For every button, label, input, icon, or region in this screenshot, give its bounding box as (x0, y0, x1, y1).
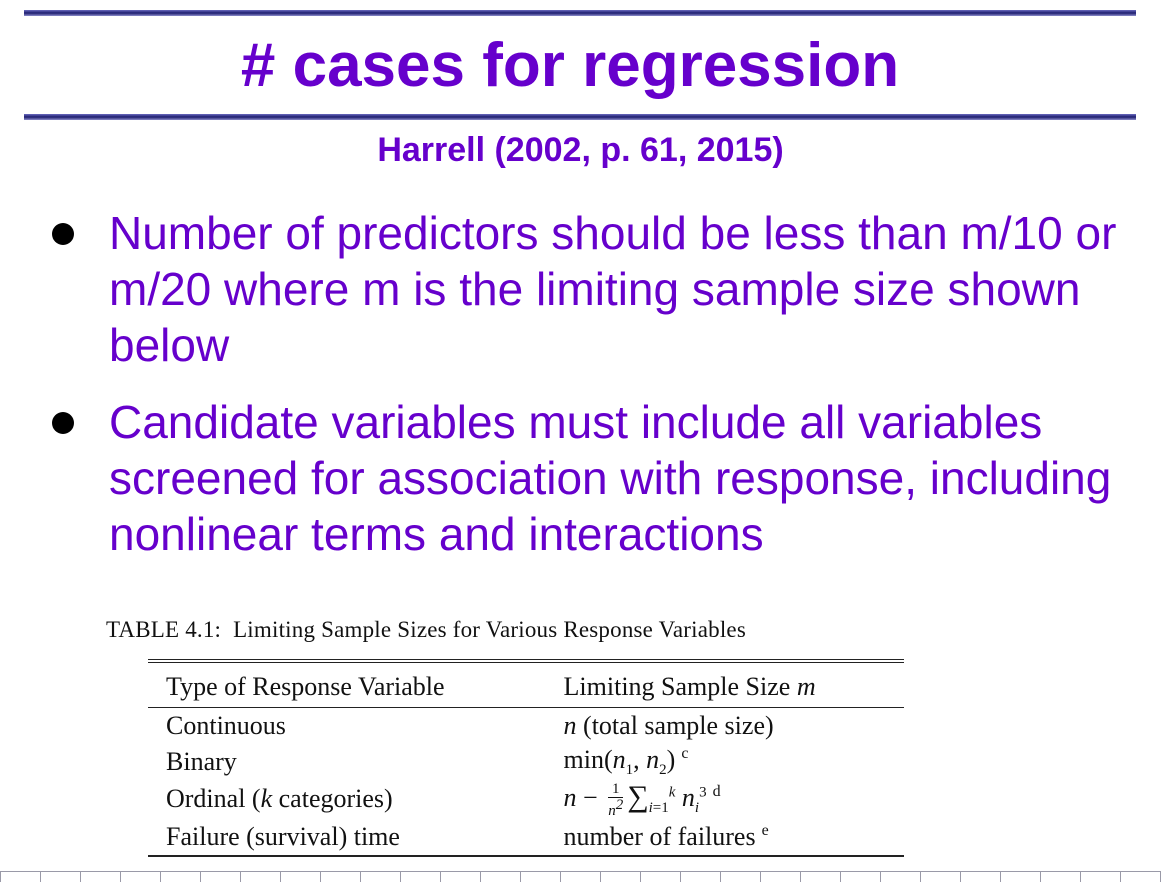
row-limit: number of failures e (540, 819, 904, 856)
table-caption-label: TABLE 4.1: (106, 617, 222, 642)
table-row: Failure (survival) time number of failur… (148, 819, 904, 856)
header-limiting-size-text: Limiting Sample Size (563, 672, 791, 701)
row-limit-text: min( (563, 744, 613, 774)
row-type-prefix: Ordinal ( (166, 784, 261, 814)
title-rule-top (24, 10, 1136, 16)
title-rule-bottom (24, 114, 1136, 120)
slide-title: # cases for regression (240, 31, 900, 100)
bullet-dot-icon (52, 223, 74, 245)
row-type: Binary (166, 747, 237, 776)
header-var-m: m (796, 672, 816, 701)
table-header-row: Type of Response Variable Limiting Sampl… (148, 661, 904, 708)
row-limit-formula: min(n1, n2) c (563, 744, 689, 779)
header-limiting-size: Limiting Sample Size m (540, 661, 904, 708)
row-type-suffix: categories) (278, 784, 393, 814)
footnote-marker: d (712, 783, 721, 800)
table-row: Binary min(n1, n2) c (148, 744, 904, 780)
bullet-text: Candidate variables must include all var… (109, 396, 1112, 560)
table-row: Continuous n (total sample size) (148, 708, 904, 745)
row-limit-text: number of failures (563, 821, 756, 851)
row-type: Ordinal (k categories) (148, 780, 540, 819)
footer-ruler (0, 871, 1161, 882)
footnote-marker: e (761, 821, 769, 839)
row-type: Failure (survival) time (166, 821, 400, 851)
table-row: Ordinal (k categories) n − 1 n2 ∑i=1k ni3 d (148, 780, 904, 819)
row-limit: n (total sample size) (540, 708, 904, 745)
limiting-sample-size-table-figure: TABLE 4.1: Limiting Sample Sizes for Var… (106, 615, 956, 856)
row-limit-formula: n − 1 n2 ∑i=1k ni3 d (563, 780, 721, 819)
row-type-var: k (260, 784, 273, 814)
header-response-type: Type of Response Variable (166, 672, 445, 701)
table-caption-text: Limiting Sample Sizes for Various Respon… (233, 617, 746, 642)
slide-subtitle: Harrell (2002, p. 61, 2015) (377, 131, 784, 169)
bullet-text: Number of predictors should be less than… (109, 207, 1117, 371)
row-limit-text: (total sample size) (583, 711, 774, 740)
limits-table: Type of Response Variable Limiting Sampl… (148, 659, 904, 857)
table-caption: TABLE 4.1: Limiting Sample Sizes for Var… (106, 615, 956, 645)
row-type: Continuous (166, 711, 286, 740)
row-limit-var: n (563, 711, 577, 740)
footnote-marker: c (681, 744, 689, 762)
bullet-dot-icon (52, 412, 74, 434)
